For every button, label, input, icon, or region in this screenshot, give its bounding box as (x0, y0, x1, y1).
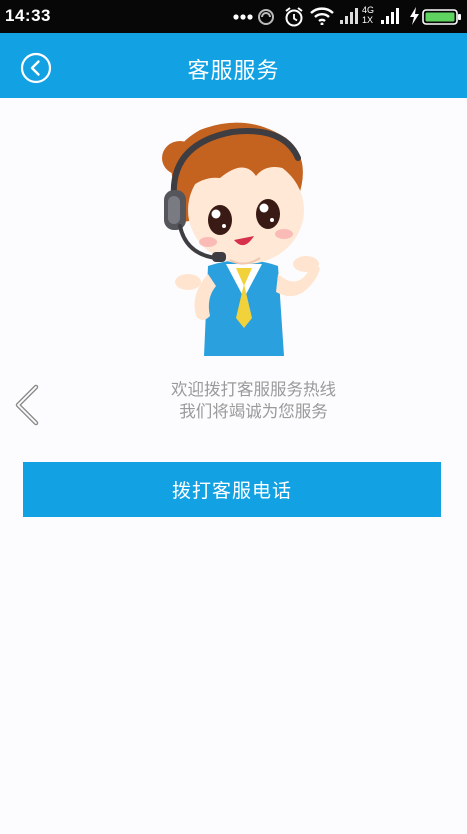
status-time: 14:33 (5, 6, 51, 25)
welcome-message: 欢迎拨打客服服务热线 我们将竭诚为您服务 (100, 379, 407, 423)
network-4g-label: 4G (362, 5, 375, 15)
customer-service-girl-illustration (162, 122, 320, 356)
welcome-line-2: 我们将竭诚为您服务 (179, 402, 328, 421)
battery-icon (422, 9, 461, 25)
more-dots-icon (233, 14, 253, 20)
previous-page-button[interactable] (10, 383, 46, 427)
signal-4g-icon (340, 8, 358, 24)
sync-icon (258, 9, 274, 25)
alarm-icon (285, 7, 303, 27)
chevron-left-icon (15, 384, 39, 426)
charging-icon (410, 7, 419, 25)
page-title: 客服服务 (187, 59, 280, 84)
welcome-line-1: 欢迎拨打客服服务热线 (171, 380, 336, 399)
status-bar: 14:33 4G 1X (0, 0, 467, 33)
network-1x-label: 1X (362, 15, 374, 25)
signal-icon (381, 8, 399, 24)
call-customer-service-button[interactable]: 拨打客服电话 (23, 462, 441, 517)
wifi-icon (310, 7, 334, 25)
